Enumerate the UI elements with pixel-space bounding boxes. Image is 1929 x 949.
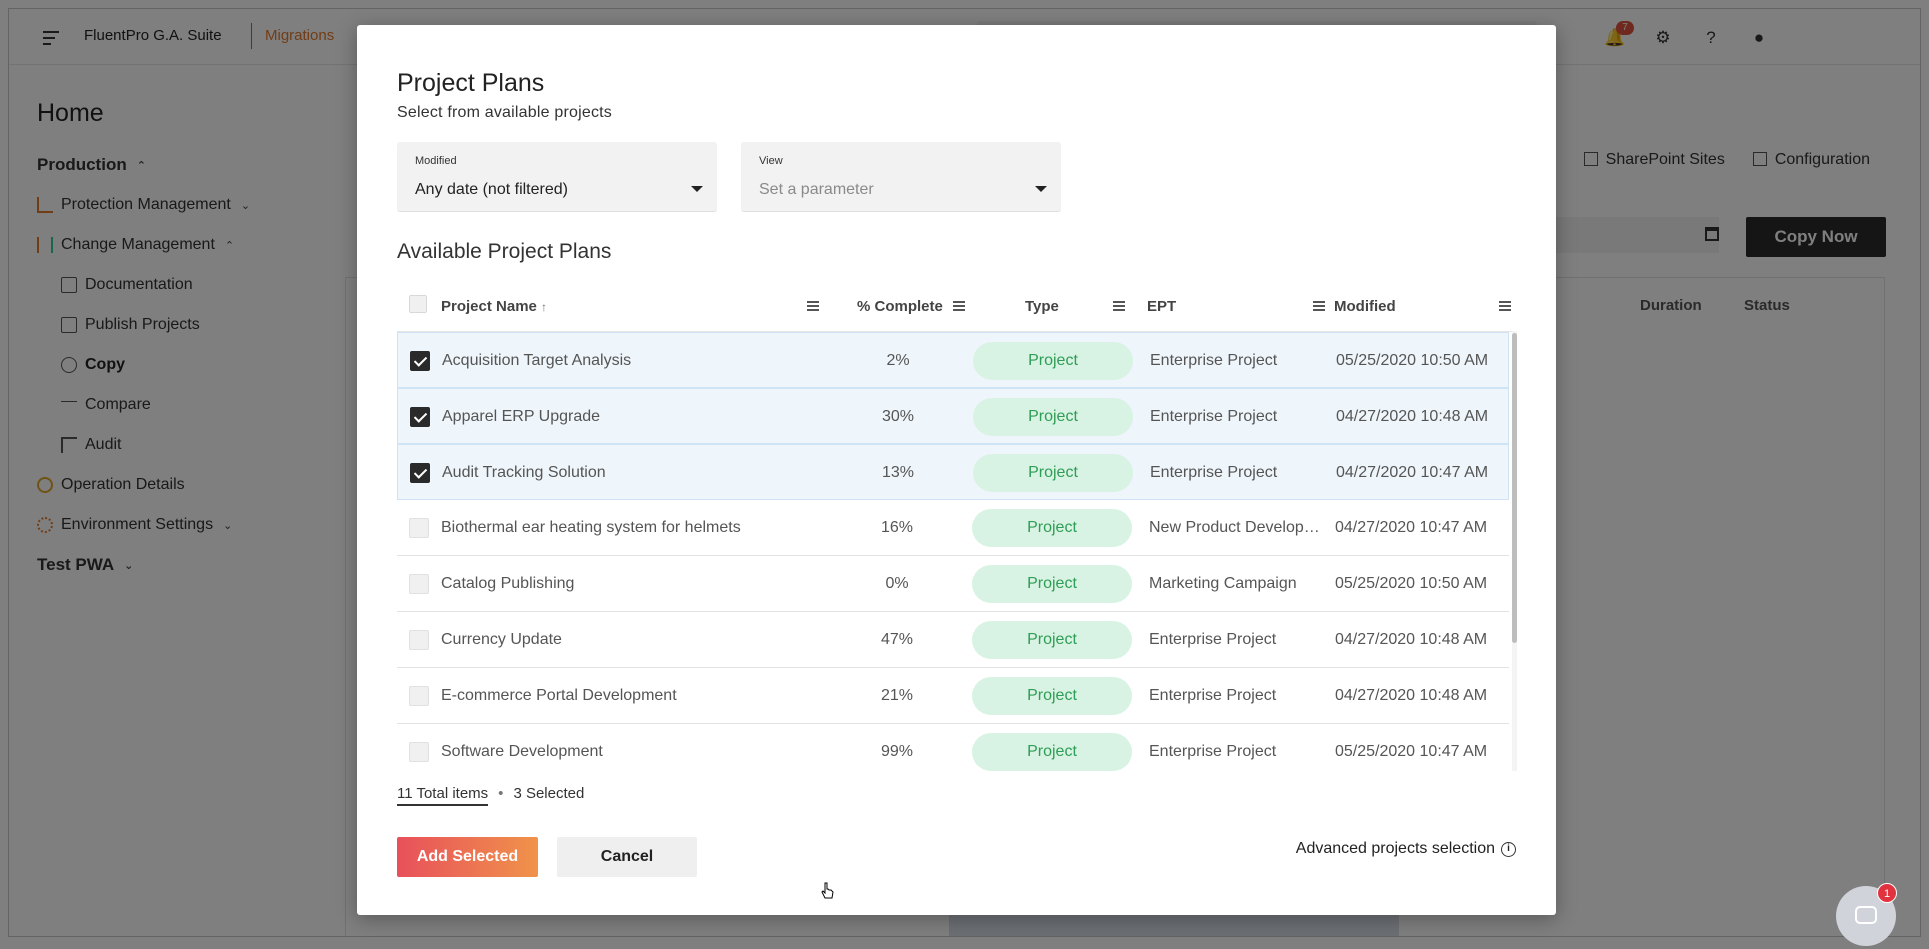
- cell-type-badge: Project: [972, 565, 1132, 603]
- table-row[interactable]: Apparel ERP Upgrade 30% Project Enterprise …: [397, 388, 1509, 444]
- cell-type-badge: Project: [973, 398, 1133, 436]
- modified-filter-select[interactable]: Modified Any date (not filtered): [397, 142, 717, 212]
- view-filter-label: View: [759, 155, 783, 167]
- project-name-header-label: Project Name: [441, 298, 537, 315]
- cell-modified: 04/27/2020 10:47 AM: [1336, 464, 1489, 481]
- dialog-subtitle: Select from available projects: [397, 104, 612, 121]
- chat-badge: 1: [1877, 883, 1897, 903]
- column-header-complete[interactable]: % Complete: [857, 298, 943, 315]
- cell-modified: 04/27/2020 10:47 AM: [1335, 519, 1488, 536]
- column-menu-icon[interactable]: [953, 301, 965, 311]
- column-header-ept[interactable]: EPT: [1147, 298, 1176, 315]
- cell-project-name: Audit Tracking Solution: [442, 464, 606, 481]
- grid-scrollbar-thumb[interactable]: [1512, 333, 1517, 643]
- cell-modified: 05/25/2020 10:50 AM: [1335, 575, 1488, 592]
- row-checkbox[interactable]: [410, 407, 430, 427]
- column-menu-icon[interactable]: [1313, 301, 1325, 311]
- cell-type-badge: Project: [972, 733, 1132, 771]
- row-checkbox[interactable]: [409, 630, 429, 650]
- cell-ept: Enterprise Project: [1150, 352, 1278, 369]
- cell-complete: 2%: [886, 352, 910, 369]
- cell-modified: 04/27/2020 10:48 AM: [1336, 408, 1489, 425]
- row-checkbox[interactable]: [409, 518, 429, 538]
- cell-project-name: Currency Update: [441, 631, 562, 648]
- add-selected-button[interactable]: Add Selected: [397, 837, 538, 877]
- cell-project-name: Catalog Publishing: [441, 575, 575, 592]
- cell-project-name: E-commerce Portal Development: [441, 687, 677, 704]
- modified-filter-label: Modified: [415, 155, 457, 167]
- project-plans-dialog: Project Plans Select from available proj…: [357, 25, 1556, 915]
- cell-ept: Enterprise Project: [1149, 743, 1277, 760]
- row-checkbox[interactable]: [410, 351, 430, 371]
- dialog-title: Project Plans: [397, 69, 545, 97]
- cell-ept: Marketing Campaign: [1149, 575, 1297, 592]
- cell-ept: Enterprise Project: [1150, 408, 1278, 425]
- advanced-selection-label: Advanced projects selection: [1295, 840, 1495, 857]
- cell-complete: 21%: [880, 687, 914, 704]
- table-row[interactable]: Software Development 99% Project Enterprise…: [397, 724, 1509, 771]
- table-row[interactable]: Audit Tracking Solution 13% Project Enterpr…: [397, 444, 1509, 500]
- column-header-project-name[interactable]: Project Name ↑: [441, 298, 547, 315]
- cell-type-badge: Project: [973, 342, 1133, 380]
- available-plans-title: Available Project Plans: [397, 240, 612, 263]
- cell-modified: 05/25/2020 10:50 AM: [1336, 352, 1489, 369]
- cell-modified: 05/25/2020 10:47 AM: [1335, 743, 1488, 760]
- row-checkbox[interactable]: [410, 463, 430, 483]
- cell-type-badge: Project: [972, 677, 1132, 715]
- select-all-checkbox[interactable]: [409, 295, 427, 313]
- cell-modified: 04/27/2020 10:48 AM: [1335, 631, 1488, 648]
- table-row[interactable]: Catalog Publishing 0% Project Marketing Cam…: [397, 556, 1509, 612]
- info-icon[interactable]: i: [1501, 841, 1516, 857]
- row-checkbox[interactable]: [409, 686, 429, 706]
- cell-complete: 47%: [880, 631, 914, 648]
- caret-down-icon: [1035, 186, 1047, 192]
- column-header-modified[interactable]: Modified: [1334, 298, 1396, 315]
- cell-project-name: Apparel ERP Upgrade: [442, 408, 601, 425]
- cell-ept: Enterprise Project: [1150, 464, 1278, 481]
- cell-type-badge: Project: [972, 509, 1132, 547]
- row-checkbox[interactable]: [409, 574, 429, 594]
- table-row[interactable]: E-commerce Portal Development 21% Project E…: [397, 668, 1509, 724]
- advanced-projects-selection[interactable]: Advanced projects selection i: [1296, 840, 1516, 858]
- cell-type-badge: Project: [973, 454, 1133, 492]
- chat-icon: [1855, 906, 1877, 924]
- cell-modified: 04/27/2020 10:48 AM: [1335, 687, 1488, 704]
- cell-ept: Enterprise Project: [1149, 687, 1277, 704]
- cell-complete: 16%: [880, 519, 914, 536]
- table-row[interactable]: Currency Update 47% Project Enterprise Proj…: [397, 612, 1509, 668]
- pointer-cursor-icon: [821, 882, 834, 899]
- view-filter-select[interactable]: View Set a parameter: [741, 142, 1061, 212]
- cell-project-name: Acquisition Target Analysis: [442, 352, 632, 369]
- column-menu-icon[interactable]: [807, 301, 819, 311]
- footer-separator: •: [498, 785, 504, 802]
- table-row[interactable]: Biothermal ear heating system for helmet…: [397, 500, 1509, 556]
- project-grid: Project Name ↑ % Complete Type EPT Modif…: [397, 283, 1515, 771]
- total-items-link[interactable]: 11 Total items: [397, 785, 489, 806]
- grid-footer: 11 Total items • 3 Selected: [397, 785, 585, 806]
- view-filter-placeholder: Set a parameter: [759, 181, 874, 198]
- cell-project-name: Biothermal ear heating system for helmet…: [441, 519, 741, 536]
- sort-ascending-icon: ↑: [541, 300, 548, 314]
- column-menu-icon[interactable]: [1113, 301, 1125, 311]
- cell-complete: 99%: [880, 743, 914, 760]
- cell-ept: Enterprise Project: [1149, 631, 1277, 648]
- cell-ept: New Product Developm…: [1149, 519, 1329, 536]
- table-row[interactable]: Acquisition Target Analysis 2% Project Ente…: [397, 332, 1509, 388]
- column-menu-icon[interactable]: [1499, 301, 1511, 311]
- cell-type-badge: Project: [972, 621, 1132, 659]
- grid-body: Acquisition Target Analysis 2% Project Ente…: [397, 331, 1515, 771]
- cell-complete: 13%: [881, 464, 915, 481]
- cell-project-name: Software Development: [441, 743, 603, 760]
- selected-count: 3 Selected: [513, 785, 585, 802]
- column-header-type[interactable]: Type: [1025, 298, 1059, 315]
- row-checkbox[interactable]: [409, 742, 429, 762]
- grid-header: Project Name ↑ % Complete Type EPT Modif…: [397, 283, 1515, 331]
- caret-down-icon: [691, 186, 703, 192]
- cancel-button[interactable]: Cancel: [557, 837, 697, 877]
- cell-complete: 0%: [885, 575, 909, 592]
- cell-complete: 30%: [881, 408, 915, 425]
- modified-filter-value: Any date (not filtered): [415, 181, 568, 198]
